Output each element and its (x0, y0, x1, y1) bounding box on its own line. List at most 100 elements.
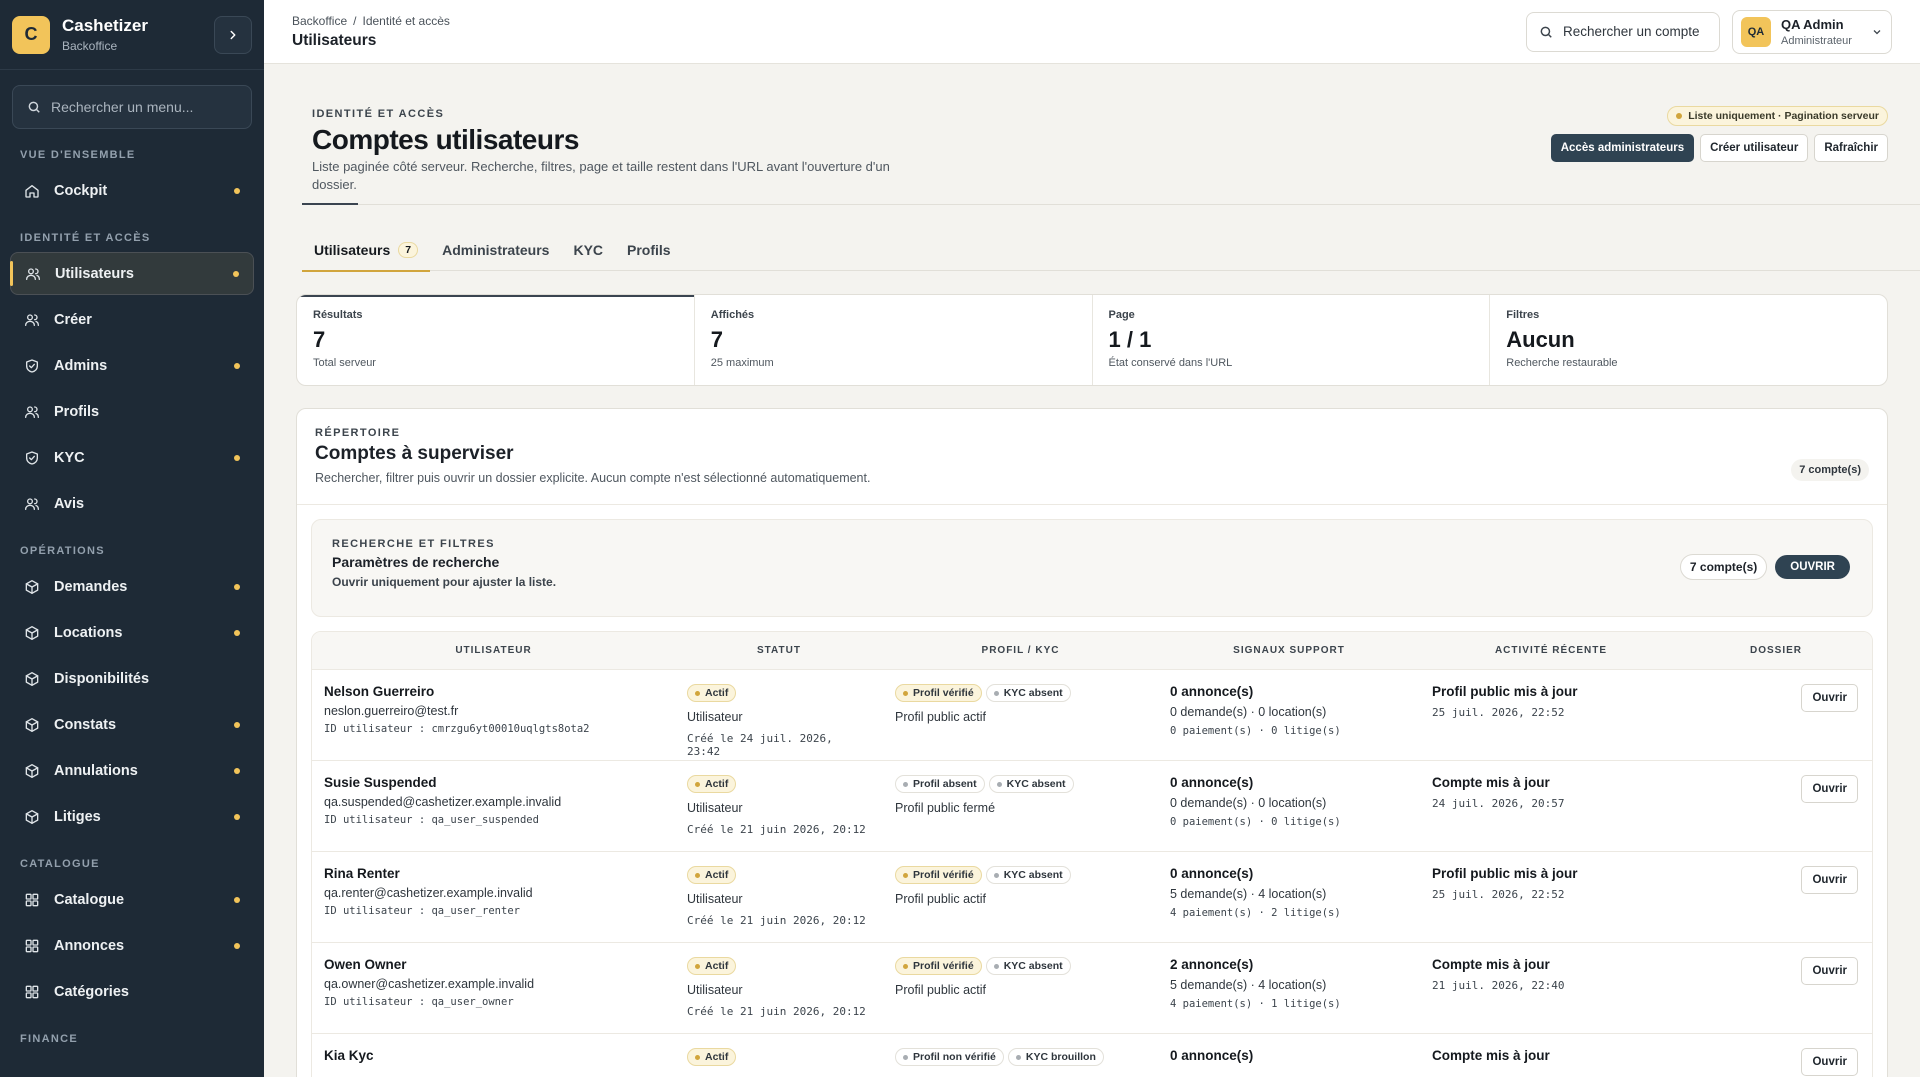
admin-access-button[interactable]: Accès administrateurs (1550, 134, 1695, 162)
refresh-button[interactable]: Rafraîchir (1814, 134, 1888, 162)
page-title: Utilisateurs (292, 31, 377, 49)
user-email: qa.renter@cashetizer.example.invalid (324, 886, 533, 900)
open-dossier-button[interactable]: Ouvrir (1801, 957, 1858, 985)
breadcrumb-backoffice[interactable]: Backoffice (292, 14, 347, 28)
activity-cell: Compte mis à jour 21 juil. 2026, 22:40 (1420, 943, 1682, 1033)
notification-dot (234, 454, 240, 461)
open-dossier-button[interactable]: Ouvrir (1801, 1048, 1858, 1076)
tab-kyc[interactable]: KYC (561, 229, 615, 271)
sidebar-item-constats[interactable]: Constats (10, 703, 254, 746)
user-name: Rina Renter (324, 866, 400, 881)
support-cell: 0 annonce(s) (1158, 1034, 1420, 1077)
shield-icon (26, 358, 38, 373)
sidebar-search[interactable] (12, 85, 252, 129)
search-icon (28, 101, 40, 113)
stat-page: Page 1 / 1 État conservé dans l'URL (1093, 295, 1491, 385)
user-name: Nelson Guerreiro (324, 684, 435, 699)
sidebar-item-catalogue[interactable]: Catalogue (10, 878, 254, 921)
activity-label: Compte mis à jour (1432, 775, 1550, 790)
profile-kyc-badge: KYC absent (985, 866, 1071, 884)
notification-dot (233, 270, 239, 277)
listing-count: 0 annonce(s) (1170, 684, 1254, 699)
box-icon (25, 625, 39, 640)
status-badge: Actif (687, 866, 737, 884)
request-rental-count: 5 demande(s) · 4 location(s) (1170, 978, 1327, 992)
account-menu[interactable]: QA QA Admin Administrateur (1732, 9, 1892, 54)
notification-dot (234, 942, 240, 949)
user-cell: Kia Kyc (312, 1034, 675, 1077)
sidebar-item-disponibilites[interactable]: Disponibilités (10, 657, 254, 700)
topbar: Backoffice / Identité et accès Utilisate… (264, 0, 1920, 64)
sidebar-section-finance: FINANCE (20, 1033, 78, 1045)
profile-cell: Profil vérifié KYC absent Profil public a… (883, 852, 1158, 942)
open-dossier-button[interactable]: Ouvrir (1801, 775, 1858, 803)
user-cell: Rina Renter qa.renter@cashetizer.example… (312, 852, 675, 942)
sidebar-section-vue-d-ensemble: VUE D'ENSEMBLE (20, 149, 136, 161)
table-row: Kia Kyc Actif Profil non vérifié KYC brou… (312, 1034, 1872, 1077)
account-role: Administrateur (1781, 34, 1852, 47)
profile-cell: Profil vérifié KYC absent Profil public a… (883, 943, 1158, 1033)
sidebar-item-creer[interactable]: Créer (10, 298, 254, 341)
profile-status: Profil public actif (895, 710, 987, 724)
home-icon (25, 184, 39, 198)
status-cell: Actif Utilisateur Créé le 21 juin 2026, … (675, 943, 883, 1033)
create-user-button[interactable]: Créer utilisateur (1700, 134, 1809, 162)
sidebar: C Cashetizer Backoffice VUE D'ENSEMBLE C… (0, 0, 264, 1077)
profile-status: Profil public actif (895, 892, 987, 906)
sidebar-item-utilisateurs[interactable]: Utilisateurs (10, 252, 254, 295)
sidebar-item-cockpit[interactable]: Cockpit (10, 169, 254, 212)
user-id: ID utilisateur : qa_user_suspended (324, 814, 539, 826)
sidebar-item-annonces[interactable]: Annonces (10, 924, 254, 967)
tab-profils[interactable]: Profils (615, 229, 683, 271)
listing-count: 0 annonce(s) (1170, 775, 1254, 790)
payment-dispute-count: 4 paiement(s) · 1 litige(s) (1170, 998, 1341, 1010)
tab-administrateurs[interactable]: Administrateurs (430, 229, 561, 271)
brand-name: Cashetizer (62, 16, 148, 35)
sidebar-item-kyc[interactable]: KYC (10, 436, 254, 479)
sidebar-item-admins[interactable]: Admins (10, 344, 254, 387)
sidebar-collapse-button[interactable] (214, 15, 252, 54)
dossier-cell: Ouvrir (1682, 943, 1870, 1033)
activity-label: Profil public mis à jour (1432, 866, 1578, 881)
sidebar-item-locations[interactable]: Locations (10, 611, 254, 654)
users-table: UTILISATEUR STATUT PROFIL / KYC SIGNAUX SUP… (311, 631, 1873, 1077)
notification-dot (234, 721, 240, 728)
dossier-cell: Ouvrir (1682, 1034, 1870, 1077)
sidebar-nav: VUE D'ENSEMBLE Cockpit IDENTITÉ ET ACCÈS… (0, 149, 264, 1045)
open-dossier-button[interactable]: Ouvrir (1801, 684, 1858, 712)
status-badge: Actif (687, 684, 737, 702)
sidebar-item-label: Utilisateurs (55, 265, 134, 282)
profile-kyc-badge: Profil vérifié (895, 866, 982, 884)
sidebar-item-label: Constats (54, 716, 117, 733)
sidebar-item-litiges[interactable]: Litiges (10, 795, 254, 838)
column-header-activite-recente: ACTIVITÉ RÉCENTE (1494, 645, 1608, 656)
list-note-badge: Liste uniquement · Pagination serveur (1667, 106, 1888, 126)
activity-cell: Compte mis à jour 24 juil. 2026, 20:57 (1420, 761, 1682, 851)
brand: C Cashetizer Backoffice (0, 0, 264, 70)
stat-filtres: Filtres Aucun Recherche restaurable (1506, 309, 1618, 369)
listing-count: 0 annonce(s) (1170, 866, 1254, 881)
main-content: IDENTITÉ ET ACCÈS Comptes utilisateurs L… (264, 64, 1920, 1077)
profile-kyc-badge: Profil vérifié (895, 684, 982, 702)
user-id: ID utilisateur : qa_user_renter (324, 905, 520, 917)
column-header-profil-kyc: PROFIL / KYC (981, 645, 1060, 656)
sidebar-item-demandes[interactable]: Demandes (10, 565, 254, 608)
sidebar-section-identite-et-acces: IDENTITÉ ET ACCÈS (20, 232, 151, 244)
open-dossier-button[interactable]: Ouvrir (1801, 866, 1858, 894)
sidebar-item-profils[interactable]: Profils (10, 390, 254, 433)
box-icon (25, 579, 39, 594)
notification-dot (234, 896, 240, 903)
created-date: Créé le 21 juin 2026, 20:12 (687, 914, 866, 927)
sidebar-search-input[interactable] (51, 99, 237, 115)
sidebar-item-categories[interactable]: Catégories (10, 970, 254, 1013)
sidebar-item-avis[interactable]: Avis (10, 482, 254, 525)
sidebar-item-annulations[interactable]: Annulations (10, 749, 254, 792)
open-filters-button[interactable]: OUVRIR (1775, 555, 1850, 579)
table-row: Nelson Guerreiro neslon.guerreiro@test.f… (312, 670, 1872, 761)
account-search-button[interactable]: Rechercher un compte (1526, 11, 1720, 52)
status-cell: Actif Utilisateur Créé le 21 juin 2026, … (675, 761, 883, 851)
breadcrumb-identite[interactable]: Identité et accès (363, 14, 450, 28)
tab-utilisateurs[interactable]: Utilisateurs 7 (302, 229, 431, 272)
profile-kyc-badge: Profil vérifié (895, 957, 982, 975)
directory: RÉPERTOIRE Comptes à superviser Recherch… (296, 408, 1888, 1077)
